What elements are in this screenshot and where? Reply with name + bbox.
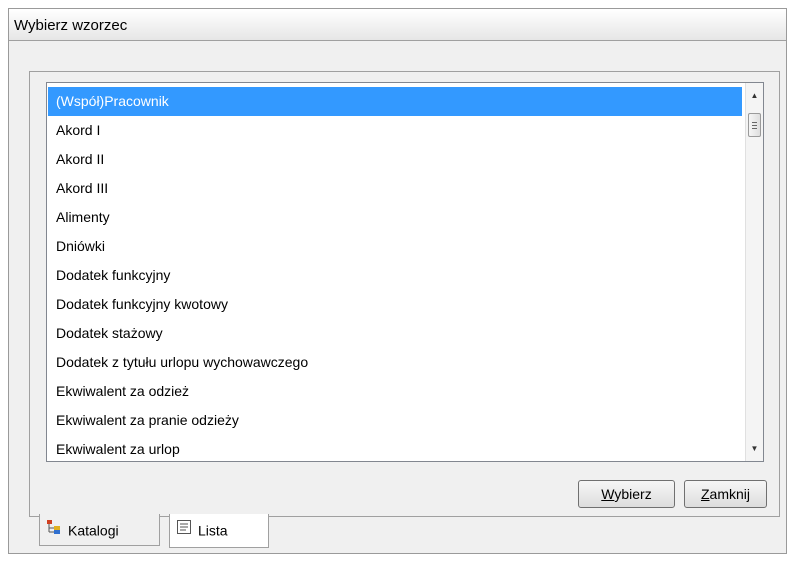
window-title: Wybierz wzorzec <box>14 17 128 34</box>
list-item[interactable]: Ekwiwalent za urlop <box>48 435 742 461</box>
vertical-scrollbar[interactable]: ▲ ▼ <box>745 83 763 461</box>
list-item[interactable]: Ekwiwalent za pranie odzieży <box>48 406 742 435</box>
tab-katalogi-label: Katalogi <box>68 522 119 539</box>
list-item[interactable]: Dniówki <box>48 232 742 261</box>
scroll-thumb[interactable] <box>748 113 761 137</box>
grip-line <box>752 128 757 129</box>
scroll-up-arrow-icon[interactable]: ▲ <box>746 87 763 104</box>
content-panel: (Współ)Pracownik Akord I Akord II Akord III… <box>29 71 780 517</box>
list-item[interactable]: Dodatek z tytułu urlopu wychowawczego <box>48 348 742 377</box>
list-item[interactable]: Dodatek funkcyjny <box>48 261 742 290</box>
select-button[interactable]: Wybierz <box>578 480 675 508</box>
list-item[interactable]: Akord I <box>48 116 742 145</box>
list-item[interactable]: Akord II <box>48 145 742 174</box>
list-item[interactable]: Alimenty <box>48 203 742 232</box>
list-item[interactable]: Dodatek stażowy <box>48 319 742 348</box>
list-item[interactable]: Ekwiwalent za odzież <box>48 377 742 406</box>
title-bar[interactable]: Wybierz wzorzec <box>9 9 786 41</box>
dialog-window: Wybierz wzorzec (Współ)Pracownik Akord IA… <box>8 8 787 554</box>
grip-line <box>752 122 757 123</box>
list-item[interactable]: (Współ)Pracownik <box>48 87 742 116</box>
tree-icon <box>46 515 62 545</box>
list-item[interactable]: Akord III <box>48 174 742 203</box>
tab-lista-label: Lista <box>198 522 228 539</box>
select-button-label: Wybierz <box>601 486 652 502</box>
list-icon <box>176 515 192 545</box>
close-button[interactable]: Zamknij <box>684 480 767 508</box>
close-button-label: Zamknij <box>700 486 751 502</box>
list-items: (Współ)Pracownik Akord I Akord II Akord III… <box>48 87 742 461</box>
list-item[interactable]: Dodatek funkcyjny kwotowy <box>48 290 742 319</box>
tab-lista[interactable]: Lista <box>169 514 269 548</box>
grip-line <box>752 125 757 126</box>
tab-katalogi[interactable]: Katalogi <box>39 514 160 546</box>
template-listbox[interactable]: (Współ)Pracownik Akord I Akord II Akord III… <box>46 82 764 462</box>
scroll-down-arrow-icon[interactable]: ▼ <box>746 440 763 457</box>
